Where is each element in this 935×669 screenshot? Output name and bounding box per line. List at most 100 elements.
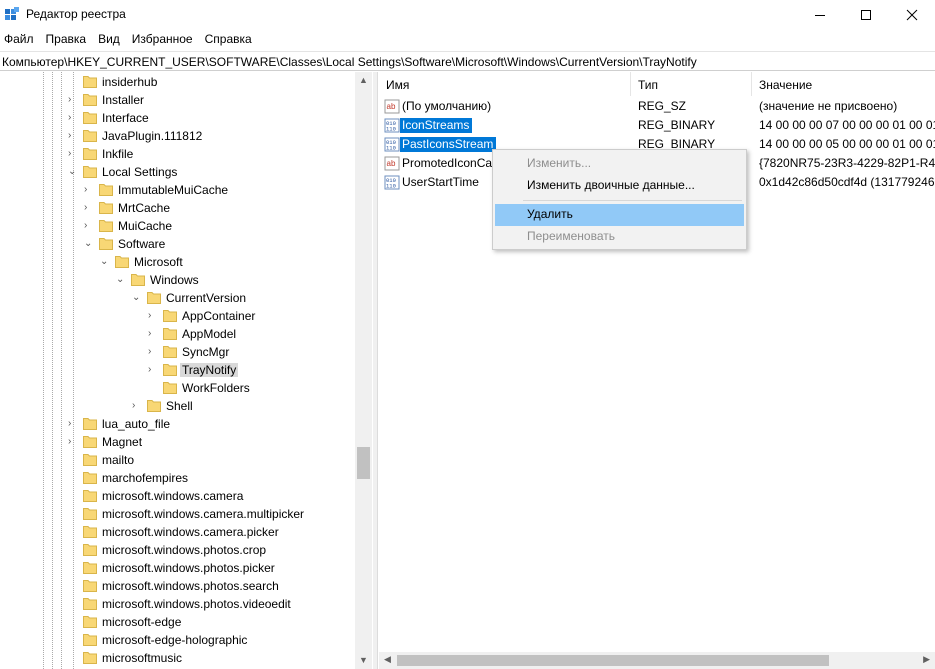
tree-node[interactable]: › Installer (0, 91, 355, 109)
folder-icon (83, 418, 97, 430)
tree-node[interactable]: › Shell (0, 397, 355, 415)
minimize-button[interactable] (797, 0, 843, 30)
tree-node[interactable]: microsoftmusic (0, 649, 355, 667)
scroll-thumb[interactable] (357, 447, 370, 479)
tree-node[interactable]: › lua_auto_file (0, 415, 355, 433)
tree-node[interactable]: › Magnet (0, 433, 355, 451)
collapsed-chevron-icon (148, 381, 158, 395)
collapsed-chevron-icon (68, 561, 78, 575)
value-name: (По умолчанию) (402, 99, 492, 113)
tree-node[interactable]: ⌄ Local Settings (0, 163, 355, 181)
tree-node[interactable]: microsoft.windows.photos.videoedit (0, 595, 355, 613)
maximize-button[interactable] (843, 0, 889, 30)
tree-node-label: Windows (150, 273, 199, 287)
menu-view[interactable]: Вид (98, 30, 120, 50)
tree-node[interactable]: ⌄ Windows (0, 271, 355, 289)
collapsed-chevron-icon[interactable]: › (68, 435, 78, 449)
tree-node[interactable]: › JavaPlugin.111812 (0, 127, 355, 145)
tree-node[interactable]: microsoft.windows.photos.picker (0, 559, 355, 577)
context-rename[interactable]: Переименовать (495, 226, 744, 248)
collapsed-chevron-icon[interactable]: › (68, 93, 78, 107)
collapsed-chevron-icon[interactable]: › (68, 111, 78, 125)
collapsed-chevron-icon[interactable]: › (148, 327, 158, 341)
close-button[interactable] (889, 0, 935, 30)
tree-node[interactable]: microsoft-edge-holographic (0, 631, 355, 649)
title-bar: Редактор реестра (0, 0, 935, 30)
value-name: IconStreams (400, 118, 473, 133)
folder-icon (99, 220, 113, 232)
tree-node[interactable]: › TrayNotify (0, 361, 355, 379)
tree-node[interactable]: microsoft.windows.photos.search (0, 577, 355, 595)
tree-node[interactable]: microsoft-edge (0, 613, 355, 631)
collapsed-chevron-icon (68, 507, 78, 521)
collapsed-chevron-icon[interactable]: › (84, 183, 94, 197)
tree-node[interactable]: › MuiCache (0, 217, 355, 235)
collapsed-chevron-icon[interactable]: › (148, 363, 158, 377)
tree-node[interactable]: mailto (0, 451, 355, 469)
scroll-right-icon[interactable]: ▶ (923, 654, 930, 665)
menu-favorites[interactable]: Избранное (132, 30, 193, 50)
value-row[interactable]: ab (По умолчанию) REG_SZ (значение не присв… (379, 97, 935, 116)
tree-node[interactable]: microsoft.windows.photos.crop (0, 541, 355, 559)
collapsed-chevron-icon[interactable]: › (148, 309, 158, 323)
tree-node[interactable]: ⌄ Microsoft (0, 253, 355, 271)
collapsed-chevron-icon[interactable]: › (132, 399, 142, 413)
value-row[interactable]: 010 110 IconStreams REG_BINARY 14 00 00 00 0… (379, 116, 935, 135)
pane-splitter[interactable] (373, 72, 378, 669)
tree-node[interactable]: microsoft.windows.camera.picker (0, 523, 355, 541)
tree-node[interactable]: microsoft.windows.camera.multipicker (0, 505, 355, 523)
folder-icon (83, 490, 97, 502)
collapsed-chevron-icon[interactable]: › (68, 147, 78, 161)
tree-vertical-scrollbar[interactable]: ▲ ▼ (355, 72, 372, 669)
expanded-chevron-icon[interactable]: ⌄ (132, 291, 142, 305)
collapsed-chevron-icon[interactable]: › (68, 417, 78, 431)
folder-icon (83, 130, 97, 142)
scroll-left-icon[interactable]: ◀ (384, 654, 391, 665)
folder-icon (83, 562, 97, 574)
string-value-icon: ab (384, 99, 400, 114)
collapsed-chevron-icon (68, 579, 78, 593)
tree-node-label: SyncMgr (182, 345, 230, 359)
expanded-chevron-icon[interactable]: ⌄ (116, 273, 126, 287)
tree-node[interactable]: › ImmutableMuiCache (0, 181, 355, 199)
menu-file[interactable]: Файл (4, 30, 34, 50)
column-data-header[interactable]: Значение (752, 72, 935, 96)
tree-node-label: mailto (102, 453, 135, 467)
tree-node[interactable]: microsoft.windows.camera (0, 487, 355, 505)
values-horizontal-scrollbar[interactable]: ◀ ▶ (379, 652, 935, 669)
tree-node-label: marchofempires (102, 471, 189, 485)
collapsed-chevron-icon[interactable]: › (84, 219, 94, 233)
tree-node-label: Inkfile (102, 147, 134, 161)
collapsed-chevron-icon[interactable]: › (148, 345, 158, 359)
context-modify-binary[interactable]: Изменить двоичные данные... (495, 175, 744, 197)
tree-node[interactable]: › AppContainer (0, 307, 355, 325)
binary-value-icon: 010110 (384, 118, 400, 133)
tree-node[interactable]: ⌄ CurrentVersion (0, 289, 355, 307)
collapsed-chevron-icon[interactable]: › (68, 129, 78, 143)
menu-help[interactable]: Справка (205, 30, 252, 50)
tree-node[interactable]: ⌄ Software (0, 235, 355, 253)
collapsed-chevron-icon[interactable]: › (84, 201, 94, 215)
tree-node-label: WorkFolders (182, 381, 250, 395)
expanded-chevron-icon[interactable]: ⌄ (100, 255, 110, 269)
address-bar[interactable]: Компьютер\HKEY_CURRENT_USER\SOFTWARE\Cla… (0, 51, 935, 71)
tree-node[interactable]: › MrtCache (0, 199, 355, 217)
tree-node[interactable]: WorkFolders (0, 379, 355, 397)
menu-edit[interactable]: Правка (46, 30, 87, 50)
expanded-chevron-icon[interactable]: ⌄ (68, 165, 78, 179)
scroll-down-icon[interactable]: ▼ (359, 655, 368, 665)
context-delete[interactable]: Удалить (495, 204, 744, 226)
tree-node[interactable]: › AppModel (0, 325, 355, 343)
column-type-header[interactable]: Тип (631, 72, 752, 96)
tree-node[interactable]: insiderhub (0, 73, 355, 91)
collapsed-chevron-icon (68, 651, 78, 665)
hscroll-thumb[interactable] (397, 655, 829, 666)
tree-node[interactable]: › Interface (0, 109, 355, 127)
tree-node[interactable]: marchofempires (0, 469, 355, 487)
context-modify[interactable]: Изменить... (495, 153, 744, 175)
tree-node[interactable]: › SyncMgr (0, 343, 355, 361)
column-name-header[interactable]: Имя (379, 72, 631, 96)
expanded-chevron-icon[interactable]: ⌄ (84, 237, 94, 251)
tree-node[interactable]: › Inkfile (0, 145, 355, 163)
scroll-up-icon[interactable]: ▲ (359, 75, 368, 85)
